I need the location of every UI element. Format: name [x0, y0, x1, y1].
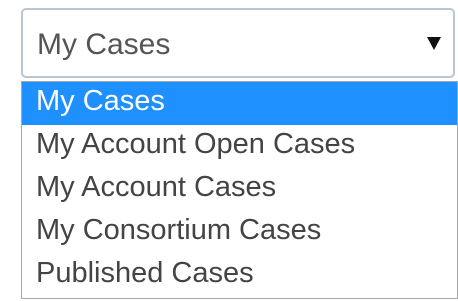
case-filter-select[interactable]: My Cases	[21, 8, 455, 78]
case-filter-dropdown-list: My Cases My Account Open Cases My Accoun…	[21, 81, 458, 299]
option-my-cases[interactable]: My Cases	[22, 82, 457, 125]
option-my-account-cases[interactable]: My Account Cases	[22, 168, 457, 211]
option-published-cases[interactable]: Published Cases	[22, 254, 457, 297]
option-my-account-open-cases[interactable]: My Account Open Cases	[22, 125, 457, 168]
select-current-value: My Cases	[37, 28, 171, 61]
option-my-consortium-cases[interactable]: My Consortium Cases	[22, 211, 457, 254]
triangle-down-icon[interactable]	[427, 37, 441, 50]
